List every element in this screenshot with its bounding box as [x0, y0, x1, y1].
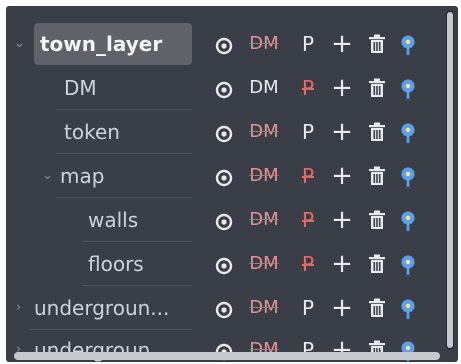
- dm-toggle[interactable]: DM: [244, 242, 284, 286]
- chevron-right-icon[interactable]: ›: [16, 286, 21, 330]
- chevron-down-icon[interactable]: ⌄: [14, 22, 25, 66]
- eye-icon[interactable]: [211, 110, 237, 154]
- pin-icon[interactable]: [396, 22, 420, 66]
- trash-icon[interactable]: [364, 242, 390, 286]
- eye-icon[interactable]: [211, 242, 237, 286]
- trash-icon[interactable]: [364, 154, 390, 198]
- vertical-scrollbar-thumb[interactable]: [447, 12, 453, 348]
- pin-icon[interactable]: [396, 242, 420, 286]
- horizontal-scrollbar[interactable]: [14, 352, 440, 360]
- trash-icon[interactable]: [364, 22, 390, 66]
- layer-label[interactable]: DM: [64, 66, 97, 110]
- plus-icon[interactable]: +: [329, 110, 355, 154]
- trash-icon[interactable]: [364, 66, 390, 110]
- player-toggle[interactable]: P: [297, 286, 319, 330]
- dm-toggle[interactable]: DM: [244, 198, 284, 242]
- layer-label[interactable]: town_layer: [34, 23, 192, 65]
- pin-icon[interactable]: [396, 110, 420, 154]
- eye-icon[interactable]: [211, 66, 237, 110]
- pin-icon[interactable]: [396, 154, 420, 198]
- eye-icon[interactable]: [211, 198, 237, 242]
- layer-label[interactable]: token: [64, 110, 120, 154]
- vertical-scrollbar[interactable]: [446, 10, 454, 350]
- player-toggle[interactable]: P: [297, 66, 319, 110]
- eye-icon[interactable]: [211, 22, 237, 66]
- player-toggle[interactable]: P: [297, 198, 319, 242]
- plus-icon[interactable]: +: [329, 154, 355, 198]
- pin-icon[interactable]: [396, 286, 420, 330]
- player-toggle[interactable]: P: [297, 110, 319, 154]
- pin-icon[interactable]: [396, 66, 420, 110]
- layer-label[interactable]: undergroun...: [34, 286, 169, 330]
- plus-icon[interactable]: +: [329, 198, 355, 242]
- tree-row-walls[interactable]: walls DM P +: [6, 198, 458, 242]
- layer-label[interactable]: floors: [88, 242, 144, 286]
- tree-row-map[interactable]: ⌄ map DM P +: [6, 154, 458, 198]
- layer-label[interactable]: walls: [88, 198, 138, 242]
- pin-icon[interactable]: [396, 198, 420, 242]
- chevron-down-icon[interactable]: ⌄: [42, 154, 53, 198]
- plus-icon[interactable]: +: [329, 66, 355, 110]
- plus-icon[interactable]: +: [329, 286, 355, 330]
- eye-icon[interactable]: [211, 154, 237, 198]
- tree-row-underground-1[interactable]: › undergroun... DM P +: [6, 286, 458, 330]
- eye-icon[interactable]: [211, 286, 237, 330]
- plus-icon[interactable]: +: [329, 242, 355, 286]
- trash-icon[interactable]: [364, 110, 390, 154]
- trash-icon[interactable]: [364, 198, 390, 242]
- dm-toggle[interactable]: DM: [244, 110, 284, 154]
- trash-icon[interactable]: [364, 286, 390, 330]
- plus-icon[interactable]: +: [329, 22, 355, 66]
- layer-label[interactable]: map: [60, 154, 104, 198]
- layer-tree-panel: ⌄ town_layer DM P + DM DM P + token DM P…: [6, 6, 458, 362]
- player-toggle[interactable]: P: [297, 154, 319, 198]
- layer-panel-window: ⌄ town_layer DM P + DM DM P + token DM P…: [0, 0, 461, 364]
- dm-toggle[interactable]: DM: [244, 154, 284, 198]
- dm-toggle[interactable]: DM: [244, 22, 284, 66]
- tree-row-token[interactable]: token DM P +: [6, 110, 458, 154]
- tree-row-town-layer[interactable]: ⌄ town_layer DM P +: [6, 22, 458, 66]
- tree-row-dm[interactable]: DM DM P +: [6, 66, 458, 110]
- dm-toggle[interactable]: DM: [244, 66, 284, 110]
- player-toggle[interactable]: P: [297, 242, 319, 286]
- dm-toggle[interactable]: DM: [244, 286, 284, 330]
- tree-row-floors[interactable]: floors DM P +: [6, 242, 458, 286]
- player-toggle[interactable]: P: [297, 22, 319, 66]
